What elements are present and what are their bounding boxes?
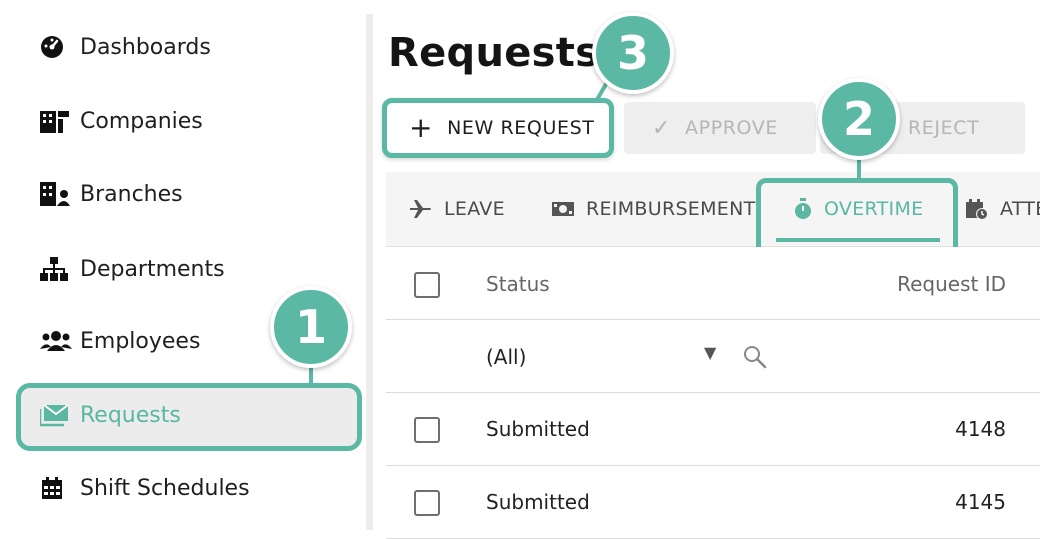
companies-icon xyxy=(40,107,80,135)
sidebar-item-label: Employees xyxy=(80,328,201,354)
row-request-id: 4148 xyxy=(955,417,1006,441)
tab-label: ATTE xyxy=(1000,198,1040,220)
tab-label: LEAVE xyxy=(444,198,505,220)
overtime-tab-highlight xyxy=(756,178,958,256)
table-row[interactable] xyxy=(386,393,1040,466)
callout-badge-2: 2 xyxy=(818,78,900,160)
sidebar-item-shift-schedules[interactable]: Shift Schedules xyxy=(40,468,250,508)
new-request-label: NEW REQUEST xyxy=(447,117,595,139)
sidebar-item-label: Companies xyxy=(80,108,203,134)
row-status: Submitted xyxy=(486,417,590,441)
sidebar-item-label: Requests xyxy=(80,402,181,428)
reject-label: REJECT xyxy=(908,117,980,139)
row-checkbox[interactable] xyxy=(414,417,440,443)
sidebar-item-label: Departments xyxy=(80,256,225,282)
row-checkbox[interactable] xyxy=(414,490,440,516)
calendar-clock-icon xyxy=(966,198,988,220)
callout-badge-1: 1 xyxy=(270,286,352,368)
approve-label: APPROVE xyxy=(685,117,778,139)
check-icon: ✓ xyxy=(652,115,672,141)
page-title: Requests xyxy=(388,30,600,76)
sidebar-item-employees[interactable]: Employees xyxy=(40,321,200,361)
sidebar-item-departments[interactable]: Departments xyxy=(40,249,225,289)
approve-button[interactable]: ✓ APPROVE xyxy=(624,102,816,154)
callout-badge-3: 3 xyxy=(592,12,674,94)
sidebar-item-dashboards[interactable]: Dashboards xyxy=(40,27,211,67)
column-header-status[interactable]: Status xyxy=(486,272,550,296)
plus-icon: + xyxy=(409,111,434,144)
tab-leave[interactable]: LEAVE xyxy=(410,172,505,246)
sidebar-divider xyxy=(366,14,373,530)
new-request-button[interactable]: + NEW REQUEST xyxy=(382,98,614,158)
sidebar-item-companies[interactable]: Companies xyxy=(40,101,203,141)
tab-label: REIMBURSEMENT xyxy=(586,198,756,220)
plane-icon xyxy=(410,199,432,219)
sidebar-item-label: Dashboards xyxy=(80,34,211,60)
column-header-request-id[interactable]: Request ID xyxy=(897,272,1006,296)
branches-icon xyxy=(40,180,80,208)
row-status: Submitted xyxy=(486,490,590,514)
dropdown-arrow-icon[interactable]: ▼ xyxy=(704,343,716,362)
row-request-id: 4145 xyxy=(955,490,1006,514)
select-all-checkbox[interactable] xyxy=(414,272,440,298)
search-icon[interactable] xyxy=(742,344,768,375)
sidebar-item-requests[interactable]: Requests xyxy=(40,395,181,435)
sidebar-item-label: Shift Schedules xyxy=(80,475,250,501)
departments-icon xyxy=(40,255,80,283)
sidebar-item-branches[interactable]: Branches xyxy=(40,174,183,214)
money-icon xyxy=(552,201,574,217)
tab-reimbursement[interactable]: REIMBURSEMENT xyxy=(552,172,756,246)
calendar-icon xyxy=(40,474,80,502)
status-filter-select[interactable]: (All) xyxy=(486,345,526,369)
sidebar-item-label: Branches xyxy=(80,181,183,207)
dashboard-icon xyxy=(40,33,80,61)
employees-icon xyxy=(40,327,80,355)
envelope-icon xyxy=(40,401,80,429)
table-row[interactable] xyxy=(386,466,1040,539)
tab-attendance[interactable]: ATTE xyxy=(966,172,1040,246)
